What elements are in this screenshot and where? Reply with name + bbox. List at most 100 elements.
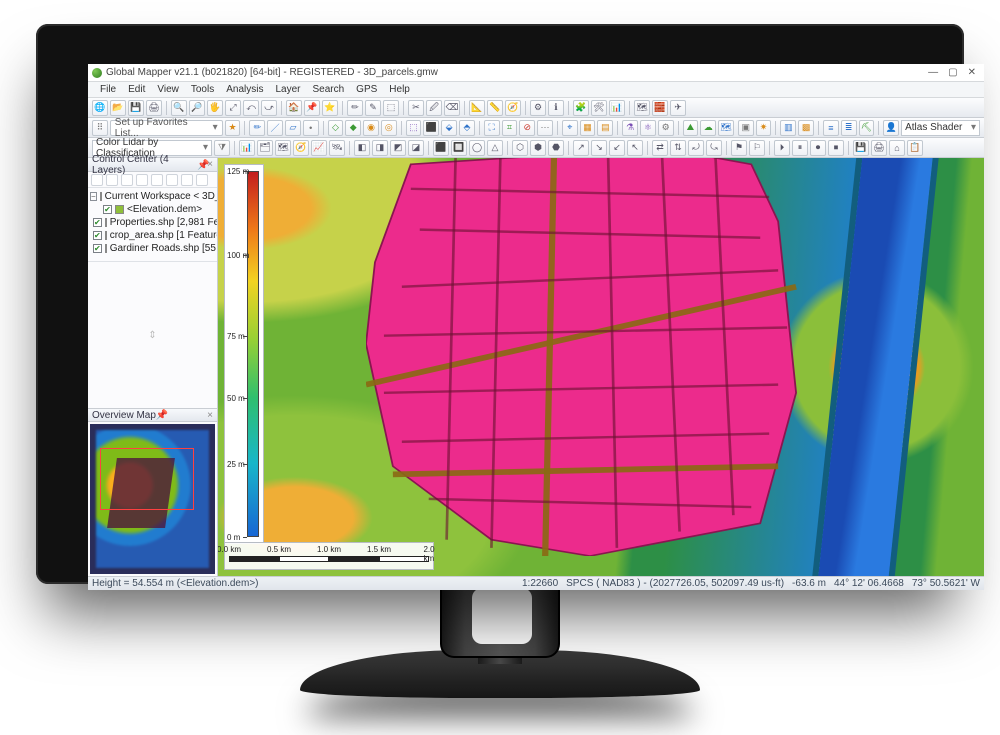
analysis-toolbar-button[interactable]: ◪ bbox=[408, 140, 424, 156]
pin-icon[interactable]: 📌 bbox=[197, 160, 207, 170]
analysis-toolbar-button[interactable]: 🗺 bbox=[275, 140, 291, 156]
toolbar-button[interactable]: 🖐 bbox=[207, 100, 223, 116]
favorites-combo[interactable]: Set up Favorites List... bbox=[110, 120, 223, 136]
analysis-toolbar-button[interactable]: 📊 bbox=[239, 140, 255, 156]
analysis-toolbar-button[interactable]: ⏹ bbox=[828, 140, 844, 156]
toolbar-button[interactable]: ✎ bbox=[365, 100, 381, 116]
analysis-toolbar-button[interactable]: ↖ bbox=[627, 140, 643, 156]
menu-analysis[interactable]: Analysis bbox=[220, 83, 269, 96]
pin-icon[interactable]: 📌 bbox=[156, 410, 166, 420]
analysis-toolbar-button[interactable]: 🖨 bbox=[871, 140, 887, 156]
analysis-toolbar-button[interactable]: ⌂ bbox=[889, 140, 905, 156]
menu-edit[interactable]: Edit bbox=[122, 83, 151, 96]
cc-tool-button[interactable] bbox=[91, 174, 103, 186]
tool-button[interactable]: ⚙ bbox=[658, 120, 674, 136]
toolbar-button[interactable]: 🔍 bbox=[171, 100, 187, 116]
analysis-toolbar-button[interactable]: 📈 bbox=[311, 140, 327, 156]
analysis-toolbar-button[interactable]: ⏵ bbox=[774, 140, 790, 156]
shader-combo[interactable]: Atlas Shader bbox=[901, 120, 980, 136]
tool-button[interactable]: ≡ bbox=[823, 120, 839, 136]
layer-visibility-checkbox[interactable] bbox=[103, 205, 112, 214]
analysis-toolbar-button[interactable]: ⏺ bbox=[810, 140, 826, 156]
analysis-toolbar-button[interactable]: ↗ bbox=[573, 140, 589, 156]
analysis-toolbar-button[interactable]: 💾 bbox=[853, 140, 869, 156]
menu-bar[interactable]: FileEditViewToolsAnalysisLayerSearchGPSH… bbox=[88, 82, 984, 98]
tool-button[interactable]: ✷ bbox=[756, 120, 772, 136]
cc-tool-button[interactable] bbox=[151, 174, 163, 186]
tool-button[interactable]: ▩ bbox=[798, 120, 814, 136]
toolbar-button[interactable]: ✏ bbox=[347, 100, 363, 116]
analysis-toolbar-button[interactable]: 📋 bbox=[907, 140, 923, 156]
analysis-toolbar-button[interactable]: ↘ bbox=[591, 140, 607, 156]
tool-button[interactable]: ⛰ bbox=[683, 120, 699, 136]
analysis-toolbar-button[interactable]: ⇄ bbox=[652, 140, 668, 156]
toolbar-button[interactable]: ℹ bbox=[548, 100, 564, 116]
filter-icon[interactable]: ⧩ bbox=[214, 140, 230, 156]
toolbar-button[interactable]: ⤺ bbox=[243, 100, 259, 116]
toolbar-button[interactable]: 🛠 bbox=[591, 100, 607, 116]
minimize-button[interactable]: — bbox=[928, 67, 938, 78]
cc-tool-button[interactable] bbox=[106, 174, 118, 186]
analysis-toolbar-button[interactable]: ⏸ bbox=[792, 140, 808, 156]
toolbar-button[interactable]: 🧩 bbox=[573, 100, 589, 116]
toolbar-button[interactable]: 📏 bbox=[487, 100, 503, 116]
analysis-toolbar-button[interactable]: ⚑ bbox=[731, 140, 747, 156]
analysis-toolbar-button[interactable]: ⤾ bbox=[688, 140, 704, 156]
toolbar-button[interactable]: ⭐ bbox=[322, 100, 338, 116]
overview-map[interactable] bbox=[90, 424, 215, 574]
tool-button[interactable]: ◉ bbox=[363, 120, 379, 136]
analysis-toolbar-button[interactable]: 🧭 bbox=[293, 140, 309, 156]
tool-button[interactable]: ⬚ bbox=[406, 120, 422, 136]
cc-tool-button[interactable] bbox=[196, 174, 208, 186]
layer-visibility-checkbox[interactable] bbox=[93, 218, 102, 227]
analysis-toolbar-button[interactable]: ◩ bbox=[390, 140, 406, 156]
layer-visibility-checkbox[interactable] bbox=[93, 231, 102, 240]
analysis-toolbar-button[interactable]: ↙ bbox=[609, 140, 625, 156]
analysis-toolbar-button[interactable]: ⇅ bbox=[670, 140, 686, 156]
tool-button[interactable]: ⌖ bbox=[562, 120, 578, 136]
toolbar-button[interactable]: ⬚ bbox=[383, 100, 399, 116]
toolbar-button[interactable]: 📊 bbox=[609, 100, 625, 116]
tool-button[interactable]: ◆ bbox=[345, 120, 361, 136]
panel-close-button[interactable] bbox=[207, 410, 213, 421]
menu-help[interactable]: Help bbox=[383, 83, 416, 96]
tool-button[interactable]: ◇ bbox=[328, 120, 344, 136]
tool-button[interactable]: ⛏ bbox=[859, 120, 875, 136]
toolbar-button[interactable]: ⤢ bbox=[225, 100, 241, 116]
tool-button[interactable]: ▥ bbox=[780, 120, 796, 136]
toolbar-button[interactable]: 🔎 bbox=[189, 100, 205, 116]
toolbar-button[interactable]: 📂 bbox=[110, 100, 126, 116]
tool-button[interactable]: ☁ bbox=[700, 120, 716, 136]
toolbar-button[interactable]: 🖉 bbox=[426, 100, 442, 116]
cc-tool-button[interactable] bbox=[166, 174, 178, 186]
layer-row[interactable]: <Elevation.dem> bbox=[90, 203, 215, 216]
toolbar-button[interactable]: 💾 bbox=[128, 100, 144, 116]
analysis-toolbar-button[interactable]: 🔲 bbox=[451, 140, 467, 156]
analysis-toolbar-button[interactable]: 🛰 bbox=[329, 140, 345, 156]
tool-button[interactable]: ⋯ bbox=[537, 120, 553, 136]
toolbar-button[interactable]: 🗺 bbox=[634, 100, 650, 116]
toolbar-button[interactable]: ✈ bbox=[670, 100, 686, 116]
toolbar-button[interactable]: 🧭 bbox=[505, 100, 521, 116]
digitizer-pencil-button[interactable]: ✏ bbox=[249, 120, 265, 136]
layer-visibility-checkbox[interactable] bbox=[93, 244, 102, 253]
menu-layer[interactable]: Layer bbox=[269, 83, 306, 96]
analysis-toolbar-button[interactable]: ⤿ bbox=[706, 140, 722, 156]
panel-close-button[interactable] bbox=[207, 159, 213, 170]
tool-button[interactable]: ▤ bbox=[597, 120, 613, 136]
tree-collapse-icon[interactable]: − bbox=[90, 192, 97, 201]
toolbar-button[interactable]: 🖨 bbox=[146, 100, 162, 116]
analysis-toolbar-button[interactable]: 🗂 bbox=[257, 140, 273, 156]
menu-tools[interactable]: Tools bbox=[185, 83, 220, 96]
tool-button[interactable]: ⚛ bbox=[640, 120, 656, 136]
overview-view-rect[interactable] bbox=[100, 448, 194, 510]
close-button[interactable]: ✕ bbox=[968, 67, 976, 78]
cc-tool-button[interactable] bbox=[121, 174, 133, 186]
workspace-label[interactable]: Current Workspace < 3D_pa... bbox=[105, 190, 217, 203]
tool-button[interactable]: ⬛ bbox=[423, 120, 439, 136]
menu-file[interactable]: File bbox=[94, 83, 122, 96]
map-view[interactable]: 125 m100 m75 m50 m25 m0 m 0.0 km0.5 km1.… bbox=[218, 158, 984, 576]
toolbar-button[interactable]: ⤻ bbox=[261, 100, 277, 116]
maximize-button[interactable]: ▢ bbox=[948, 67, 957, 78]
digitizer-area-button[interactable]: ▱ bbox=[285, 120, 301, 136]
